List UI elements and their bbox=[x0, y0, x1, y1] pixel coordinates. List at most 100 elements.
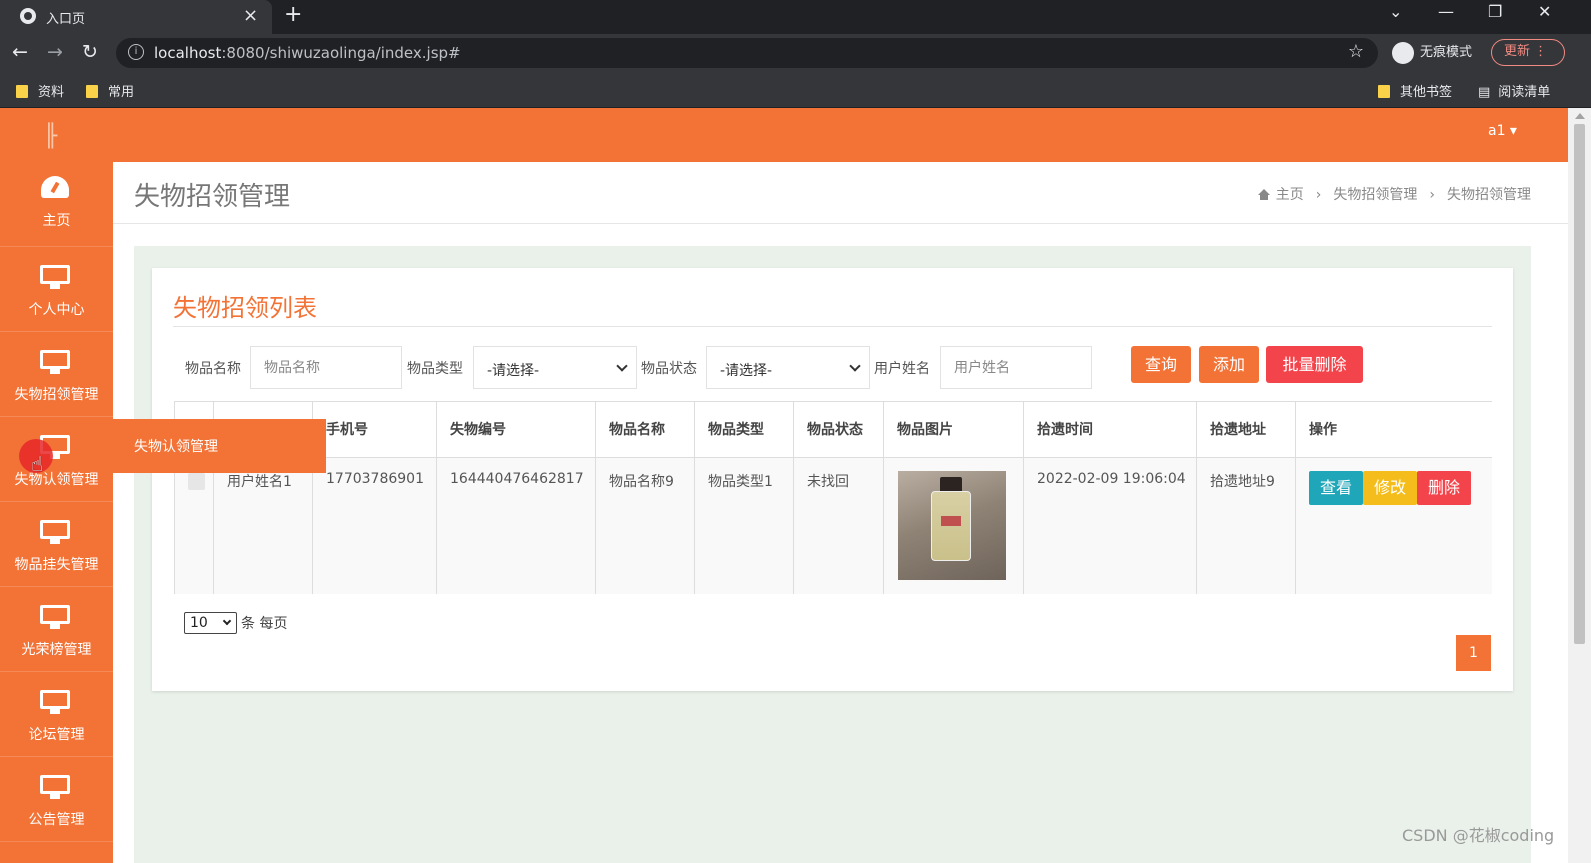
bookmark-star-icon[interactable]: ☆ bbox=[1348, 41, 1364, 62]
incognito-icon bbox=[1392, 41, 1414, 64]
sidebar-item-notice[interactable]: 公告管理 bbox=[0, 757, 113, 842]
chevron-down-icon bbox=[222, 616, 232, 626]
breadcrumb-section[interactable]: 失物招领管理 bbox=[1333, 187, 1417, 203]
item-type-select[interactable]: -请选择- bbox=[473, 346, 637, 389]
item-status-select[interactable]: -请选择- bbox=[706, 346, 870, 389]
tab-close-icon[interactable]: × bbox=[243, 5, 258, 26]
edit-button[interactable]: 修改 bbox=[1363, 471, 1417, 505]
delete-button[interactable]: 删除 bbox=[1417, 471, 1471, 505]
header-item-type: 物品类型 bbox=[695, 402, 794, 458]
sidebar-item-label: 论坛管理 bbox=[28, 727, 85, 743]
cell-item-status: 未找回 bbox=[794, 458, 884, 594]
sidebar-item-claim[interactable]: 失物认领管理 bbox=[0, 417, 113, 502]
cell-time: 2022-02-09 19:06:04 bbox=[1024, 458, 1197, 594]
globe-icon bbox=[20, 8, 36, 24]
cell-actions: 查看 修改 删除 bbox=[1296, 458, 1492, 594]
forward-icon[interactable]: → bbox=[47, 41, 63, 63]
reload-icon[interactable]: ↻ bbox=[82, 41, 98, 63]
cell-user: 用户姓名1 bbox=[214, 458, 313, 594]
query-button[interactable]: 查询 bbox=[1131, 346, 1191, 383]
view-button[interactable]: 查看 bbox=[1309, 471, 1363, 505]
address-bar: ← → ↻ i localhost:8080/shiwuzaolinga/ind… bbox=[0, 34, 1591, 72]
back-icon[interactable]: ← bbox=[12, 41, 28, 63]
sidebar-item-honor[interactable]: 光荣榜管理 bbox=[0, 587, 113, 672]
dashboard-icon bbox=[41, 176, 69, 198]
browser-tab-bar: 入口页 × + ⌄ — ❐ ✕ bbox=[0, 0, 1591, 34]
breadcrumb-current: 失物招领管理 bbox=[1447, 187, 1531, 203]
monitor-icon bbox=[40, 520, 70, 544]
header-phone: 手机号 bbox=[313, 402, 437, 458]
page-size-select[interactable]: 10 bbox=[184, 612, 237, 634]
header-number: 失物编号 bbox=[437, 402, 596, 458]
sidebar-item-label: 失物认领管理 bbox=[14, 472, 99, 488]
hand-cursor-icon: ☝ bbox=[31, 452, 44, 476]
sidebar-item-report-lost[interactable]: 物品挂失管理 bbox=[0, 502, 113, 587]
header-actions: 操作 bbox=[1296, 402, 1492, 458]
row-checkbox[interactable] bbox=[188, 473, 205, 490]
submenu-item-claim[interactable]: 失物认领管理 bbox=[134, 436, 218, 456]
item-name-input[interactable] bbox=[250, 346, 402, 389]
sidebar-item-forum[interactable]: 论坛管理 bbox=[0, 672, 113, 757]
page-button-current[interactable]: 1 bbox=[1456, 635, 1491, 671]
info-icon[interactable]: i bbox=[128, 44, 144, 60]
header-address: 拾遗地址 bbox=[1197, 402, 1296, 458]
scroll-thumb[interactable] bbox=[1574, 124, 1585, 644]
sidebar-item-label: 公告管理 bbox=[28, 812, 85, 828]
folder-icon bbox=[16, 85, 28, 98]
batch-delete-button[interactable]: 批量删除 bbox=[1266, 346, 1363, 383]
cell-phone: 17703786901 bbox=[313, 458, 437, 594]
monitor-icon bbox=[40, 690, 70, 714]
row-checkbox-cell bbox=[175, 458, 214, 594]
other-bookmarks[interactable]: 其他书签 bbox=[1378, 81, 1452, 100]
header-time: 拾遗时间 bbox=[1024, 402, 1197, 458]
user-menu[interactable]: a1 ▾ bbox=[1488, 123, 1517, 139]
sidebar-item-label: 物品挂失管理 bbox=[14, 557, 99, 573]
submenu-flyout[interactable]: 失物认领管理 bbox=[113, 419, 326, 473]
breadcrumb-home[interactable]: 主页 bbox=[1276, 187, 1304, 203]
per-page-text: 条 每页 bbox=[241, 616, 288, 632]
item-status-label: 物品状态 bbox=[641, 361, 697, 377]
top-nav: ╟ a1 ▾ bbox=[0, 108, 1568, 162]
app: ╟ a1 ▾ 主页 个人中心 失物招领管理 失物认领管理 物品挂失管理 光荣榜管… bbox=[0, 108, 1591, 863]
sidebar-item-home[interactable]: 主页 bbox=[0, 162, 113, 247]
browser-tab[interactable]: 入口页 × bbox=[0, 0, 272, 34]
sidebar-item-lost-found[interactable]: 失物招领管理 bbox=[0, 332, 113, 417]
bookmark-folder-ziliao[interactable]: 资料 bbox=[16, 81, 64, 100]
page-title: 失物招领管理 bbox=[134, 182, 291, 212]
tab-search-icon[interactable]: ⌄ bbox=[1389, 2, 1402, 21]
divider bbox=[173, 326, 1492, 327]
add-button[interactable]: 添加 bbox=[1199, 346, 1259, 383]
update-button[interactable]: 更新 ⋮ bbox=[1491, 39, 1565, 66]
cell-number: 164440476462817 bbox=[437, 458, 596, 594]
close-window-icon[interactable]: ✕ bbox=[1538, 2, 1551, 21]
watermark: CSDN @花椒coding bbox=[1402, 826, 1555, 845]
cell-item-image bbox=[884, 458, 1024, 594]
logo-icon: ╟ bbox=[44, 124, 58, 149]
restore-icon[interactable]: ❐ bbox=[1488, 2, 1502, 21]
header-item-status: 物品状态 bbox=[794, 402, 884, 458]
scroll-up-icon[interactable] bbox=[1575, 113, 1585, 119]
cell-item-type: 物品类型1 bbox=[695, 458, 794, 594]
data-table: 手机号 失物编号 物品名称 物品类型 物品状态 物品图片 拾遗时间 拾遗地址 操… bbox=[174, 401, 1492, 594]
minimize-icon[interactable]: — bbox=[1438, 2, 1454, 21]
sidebar-item-label: 个人中心 bbox=[28, 302, 85, 318]
bookmark-folder-changyong[interactable]: 常用 bbox=[86, 81, 134, 100]
incognito-indicator: 无痕模式 bbox=[1392, 41, 1472, 64]
list-card: 失物招领列表 物品名称 物品类型 -请选择- 物品状态 -请选择- 用户姓名 查… bbox=[152, 268, 1513, 691]
scrollbar[interactable] bbox=[1568, 108, 1591, 863]
sidebar-item-profile[interactable]: 个人中心 bbox=[0, 247, 113, 332]
item-type-label: 物品类型 bbox=[407, 361, 463, 377]
item-photo[interactable] bbox=[898, 471, 1006, 580]
reading-list-icon: ▤ bbox=[1478, 85, 1491, 100]
monitor-icon bbox=[40, 775, 70, 799]
user-name-label: 用户姓名 bbox=[874, 361, 930, 377]
user-name-input[interactable] bbox=[940, 346, 1092, 389]
card-title: 失物招领列表 bbox=[173, 294, 317, 322]
main-content: 失物招领列表 物品名称 物品类型 -请选择- 物品状态 -请选择- 用户姓名 查… bbox=[134, 246, 1531, 863]
reading-list[interactable]: ▤ 阅读清单 bbox=[1478, 81, 1550, 100]
item-name-label: 物品名称 bbox=[185, 361, 241, 377]
chevron-down-icon bbox=[849, 360, 861, 372]
header-item-image: 物品图片 bbox=[884, 402, 1024, 458]
url-field[interactable]: i localhost:8080/shiwuzaolinga/index.jsp… bbox=[116, 38, 1378, 68]
new-tab-button[interactable]: + bbox=[284, 2, 302, 27]
